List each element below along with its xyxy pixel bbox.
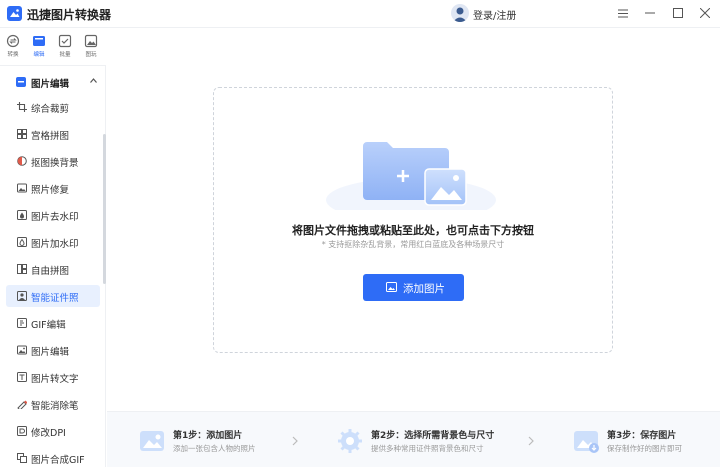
app-logo-icon — [7, 6, 22, 21]
save-image-step-icon — [574, 431, 599, 453]
sidebar-item-label: 智能证件照 — [31, 293, 79, 304]
sidebar-item-label: 图片合成GIF — [31, 455, 85, 466]
step-title: 第3步：保存图片 — [607, 431, 677, 441]
maximize-icon[interactable] — [668, 4, 688, 22]
minimize-icon[interactable] — [640, 4, 660, 22]
sidebar-item-photo-repair[interactable]: 照片修复 — [6, 177, 100, 199]
cutout-icon — [17, 156, 27, 166]
step-title: 第2步：选择所需背景色与尺寸 — [371, 431, 495, 441]
sidebar-item-label: 综合裁剪 — [31, 104, 70, 115]
drop-zone[interactable] — [213, 87, 613, 353]
rail-label: 图玩 — [85, 52, 97, 58]
rail-label: 转换 — [7, 52, 19, 58]
add-image-button[interactable]: 添加图片 — [363, 274, 464, 301]
sidebar-item-crop[interactable]: 综合裁剪 — [6, 96, 100, 118]
eraser-icon — [17, 400, 27, 409]
drop-subtext: * 支持抠除杂乱背景，常用红白蓝底及各种场景尺寸 — [321, 240, 505, 249]
image-icon — [386, 282, 397, 292]
mode-rail: 转换 编辑 批量 图玩 — [0, 28, 106, 66]
rail-item-edit[interactable]: 编辑 — [28, 34, 50, 58]
sidebar-item-remove-watermark[interactable]: 图片去水印 — [6, 204, 100, 226]
sidebar-item-grid[interactable]: 宫格拼图 — [6, 123, 100, 145]
sidebar-item-label: 照片修复 — [31, 185, 70, 196]
convert-icon — [6, 34, 20, 48]
sidebar-item-id-photo[interactable]: 智能证件照 — [6, 285, 100, 307]
sidebar-item-label: 宫格拼图 — [31, 131, 70, 142]
sidebar-item-cutout[interactable]: 抠图换背景 — [6, 150, 100, 172]
crop-icon — [17, 102, 27, 112]
settings-step-icon — [338, 429, 362, 453]
sidebar-item-add-watermark[interactable]: 图片加水印 — [6, 231, 100, 253]
add-image-label: 添加图片 — [403, 283, 445, 295]
sidebar-item-gif-edit[interactable]: GIF编辑 — [6, 312, 100, 334]
free-collage-icon — [17, 264, 27, 274]
photo-repair-icon — [17, 183, 27, 193]
image-edit-icon — [17, 345, 27, 355]
menu-icon[interactable] — [613, 4, 633, 22]
app-title: 迅捷图片转换器 — [27, 8, 112, 22]
section-image-edit[interactable]: 图片编辑 — [0, 71, 106, 93]
title-bar: 迅捷图片转换器 登录/注册 — [0, 0, 720, 28]
chevron-right-icon — [292, 436, 298, 446]
avatar[interactable] — [451, 4, 469, 22]
rail-label: 批量 — [59, 52, 71, 58]
rail-item-convert[interactable]: 转换 — [2, 34, 24, 58]
gif-compose-icon — [17, 453, 27, 463]
sidebar-item-label: 图片转文字 — [31, 374, 79, 385]
sidebar-item-label: 自由拼图 — [31, 266, 70, 277]
folder-image-illustration-icon — [326, 142, 496, 210]
play-icon — [84, 34, 98, 48]
drop-instruction: 将图片文件拖拽或粘贴至此处，也可点击下方按钮 — [292, 224, 534, 237]
ocr-icon — [17, 372, 27, 382]
dpi-icon — [17, 426, 27, 436]
rail-label: 编辑 — [33, 52, 45, 58]
sidebar-item-label: 图片编辑 — [31, 347, 70, 358]
sidebar-item-gif-compose[interactable]: 图片合成GIF — [6, 447, 100, 467]
sidebar-item-label: 智能消除笔 — [31, 401, 79, 412]
id-photo-icon — [17, 291, 27, 301]
sidebar-item-label: GIF编辑 — [31, 320, 66, 331]
batch-icon — [58, 34, 72, 48]
sidebar-item-eraser[interactable]: 智能消除笔 — [6, 393, 100, 415]
sidebar-item-label: 图片去水印 — [31, 212, 79, 223]
rail-item-batch[interactable]: 批量 — [54, 34, 76, 58]
step-desc: 提供多种常用证件照背景色和尺寸 — [371, 444, 484, 453]
grid-icon — [17, 129, 27, 139]
sidebar-item-image-edit[interactable]: 图片编辑 — [6, 339, 100, 361]
rail-item-play[interactable]: 图玩 — [80, 34, 102, 58]
sidebar-item-label: 抠图换背景 — [31, 158, 79, 169]
edit-icon — [33, 36, 45, 46]
image-edit-section-icon — [16, 77, 26, 87]
sidebar-item-label: 修改DPI — [31, 428, 66, 439]
sidebar-item-ocr[interactable]: 图片转文字 — [6, 366, 100, 388]
steps-bar: 第1步：添加图片 添加一张包含人物的照片 第2步：选择所需背景色与尺寸 提供多种… — [107, 411, 720, 467]
sidebar: 图片编辑 综合裁剪 宫格拼图 抠图换背景 照片修复 图片去水印 图片加水印 自由… — [0, 66, 106, 467]
chevron-right-icon — [528, 436, 534, 446]
section-label: 图片编辑 — [31, 79, 70, 90]
sidebar-item-dpi[interactable]: 修改DPI — [6, 420, 100, 442]
sidebar-scrollbar[interactable] — [103, 134, 106, 284]
step-desc: 保存制作好的图片即可 — [607, 444, 682, 453]
gif-icon — [17, 318, 27, 328]
chevron-up-icon — [90, 78, 97, 83]
step-desc: 添加一张包含人物的照片 — [173, 444, 256, 453]
remove-watermark-icon — [17, 210, 27, 220]
add-image-step-icon — [140, 431, 164, 451]
add-watermark-icon — [17, 237, 27, 247]
sidebar-item-label: 图片加水印 — [31, 239, 79, 250]
login-register-link[interactable]: 登录/注册 — [473, 7, 516, 22]
sidebar-item-free-collage[interactable]: 自由拼图 — [6, 258, 100, 280]
step-title: 第1步：添加图片 — [173, 431, 243, 441]
close-icon[interactable] — [695, 4, 715, 22]
